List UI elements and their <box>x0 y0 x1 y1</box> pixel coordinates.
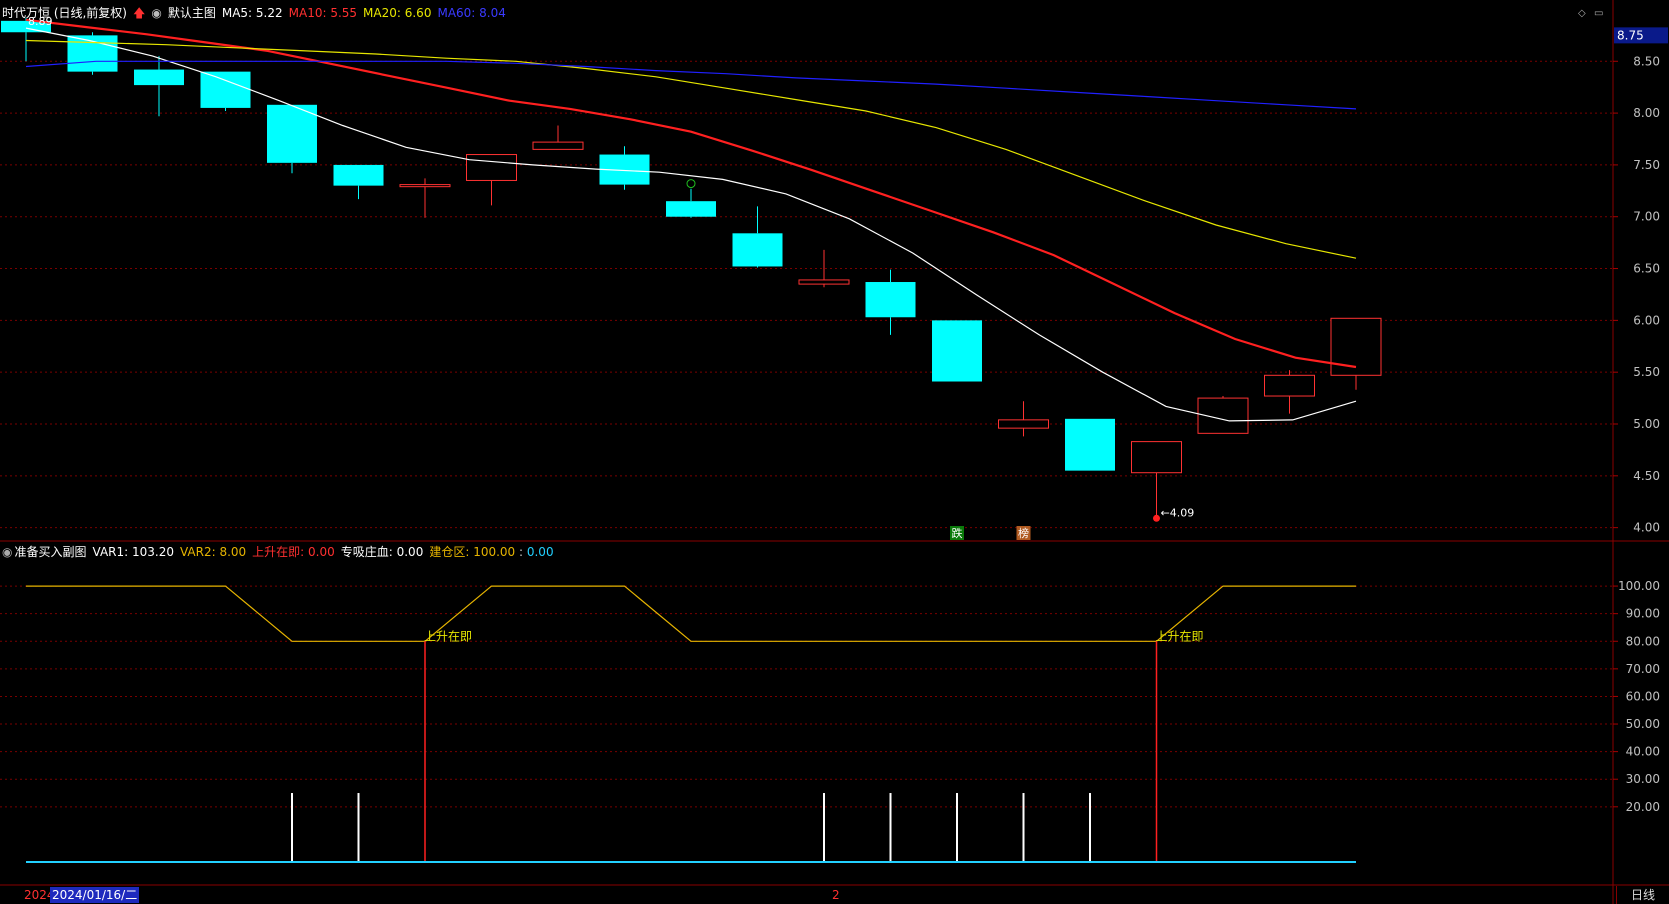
y-tick-label: 6.00 <box>1633 313 1660 327</box>
candle-body <box>1131 441 1182 474</box>
rise-signal-label: 上升在即 <box>1156 629 1204 643</box>
y-tick-label: 40.00 <box>1626 745 1660 759</box>
axis-mid-marker: 2 <box>832 888 840 902</box>
candle <box>1264 370 1315 414</box>
candle-body <box>798 279 850 285</box>
candle <box>666 188 716 218</box>
sub-grid <box>0 585 1613 808</box>
build-label: 建仓区: <box>429 545 474 559</box>
y-tick-label: 6.50 <box>1633 262 1660 276</box>
y-tick-label: 8.50 <box>1633 54 1660 68</box>
candle-body <box>666 201 716 217</box>
candle <box>599 146 650 190</box>
price-axis: 8.50 8.00 7.50 7.00 6.50 6.00 5.50 5.00 4.50 4.00… <box>0 0 1669 904</box>
y-tick-label: 30.00 <box>1626 772 1660 786</box>
sub-title[interactable]: 准备买入副图 <box>14 545 86 559</box>
chart-mode-label[interactable]: 默认主图 <box>168 6 216 20</box>
y-tick-label: 5.50 <box>1633 365 1660 379</box>
ma5-label: MA5: 5.22 <box>221 6 283 20</box>
build-value-b: 0.00 <box>526 545 554 559</box>
candle <box>732 206 783 268</box>
candle <box>998 401 1049 437</box>
build-label-group: 建仓区: 100.00 : 0.00 <box>429 545 553 559</box>
var2-label: VAR2: 8.00 <box>179 545 247 559</box>
candle-body <box>466 154 517 181</box>
period-tab[interactable]: 日线 <box>1616 886 1669 904</box>
main-header: 时代万恒 (日线,前复权) 🡅 ◉ 默认主图 MA5: 5.22 MA10: 5.55 MA… <box>2 4 512 22</box>
candle <box>267 104 317 174</box>
candle-body <box>399 184 451 188</box>
build-sep: : <box>515 545 527 559</box>
build-value-a: 100.00 <box>473 545 516 559</box>
y-tick-label: 7.50 <box>1633 158 1660 172</box>
marker-label: 榜 <box>1018 526 1029 540</box>
current-price-label: 8.75 <box>1617 28 1644 42</box>
low-marker-dot <box>1153 514 1160 522</box>
settings-dot-icon[interactable]: ◉ <box>151 6 161 20</box>
ma60-label: MA60: 8.04 <box>437 6 506 20</box>
candle-body <box>532 141 584 150</box>
rise-label: 上升在即: 0.00 <box>252 545 335 559</box>
candle <box>200 71 251 112</box>
sub-header: ◉ 准备买入副图 VAR1: 103.20 VAR2: 8.00 上升在即: 0.00 专… <box>2 543 554 561</box>
candle-body <box>932 320 982 382</box>
candle <box>865 269 916 335</box>
ma20-label: MA20: 6.60 <box>363 6 432 20</box>
candle-body <box>267 104 317 163</box>
ma10-label: MA10: 5.55 <box>288 6 358 20</box>
y-tick-label: 80.00 <box>1626 634 1660 648</box>
y-tick-label: 70.00 <box>1626 662 1660 676</box>
diamond-icon[interactable]: ◇ <box>1578 8 1586 19</box>
y-tick-label: 50.00 <box>1626 717 1660 731</box>
y-tick-label: 4.00 <box>1633 521 1660 535</box>
y-tick-label: 60.00 <box>1626 689 1660 703</box>
candle-body <box>732 233 783 267</box>
stock-title[interactable]: 时代万恒 (日线,前复权) <box>2 6 127 20</box>
candle-body <box>1065 418 1115 471</box>
candle <box>134 56 184 117</box>
up-arrow-icon[interactable]: 🡅 <box>133 6 145 20</box>
candle-body <box>200 71 251 108</box>
collapse-circle-icon[interactable]: ◉ <box>2 545 12 559</box>
candle <box>67 32 118 75</box>
candle <box>1330 317 1382 390</box>
candle <box>932 320 982 382</box>
y-tick-label: 20.00 <box>1626 800 1660 814</box>
y-tick-label: 4.50 <box>1633 469 1660 483</box>
y-tick-label: 8.00 <box>1633 106 1660 120</box>
y-tick-label: 90.00 <box>1626 607 1660 621</box>
candle-body <box>1264 374 1315 397</box>
main-plot: 8.89←4.09跌榜 <box>1 15 1382 540</box>
candle-body <box>865 282 916 318</box>
signal-icon <box>686 179 696 189</box>
chart-canvas[interactable]: 8.89←4.09跌榜 上升在即 上升在即 8.508.007.507.006.5… <box>0 0 1669 904</box>
y-tick-label: 100.00 <box>1618 579 1660 593</box>
suck-label: 专吸庄血: 0.00 <box>340 545 424 559</box>
candle-body <box>333 164 384 186</box>
y-tick-label: 5.00 <box>1633 417 1660 431</box>
candle <box>1065 418 1115 471</box>
candle <box>466 154 517 206</box>
y-tick-label: 7.00 <box>1633 210 1660 224</box>
main-grid <box>0 60 1613 529</box>
candle-body <box>134 69 184 86</box>
collapse-icon[interactable]: ▭ <box>1594 8 1603 19</box>
candle <box>333 164 384 200</box>
candle <box>399 178 451 218</box>
date-cursor-label[interactable]: 2024/01/16/二 <box>50 887 140 903</box>
low-price-annotation: ←4.09 <box>1161 506 1195 519</box>
candle <box>1197 396 1249 434</box>
candle <box>532 125 584 150</box>
marker-label: 跌 <box>952 526 963 540</box>
candle-body <box>998 419 1049 429</box>
var1-label: VAR1: 103.20 <box>92 545 174 559</box>
rise-signal-label: 上升在即 <box>424 629 472 643</box>
